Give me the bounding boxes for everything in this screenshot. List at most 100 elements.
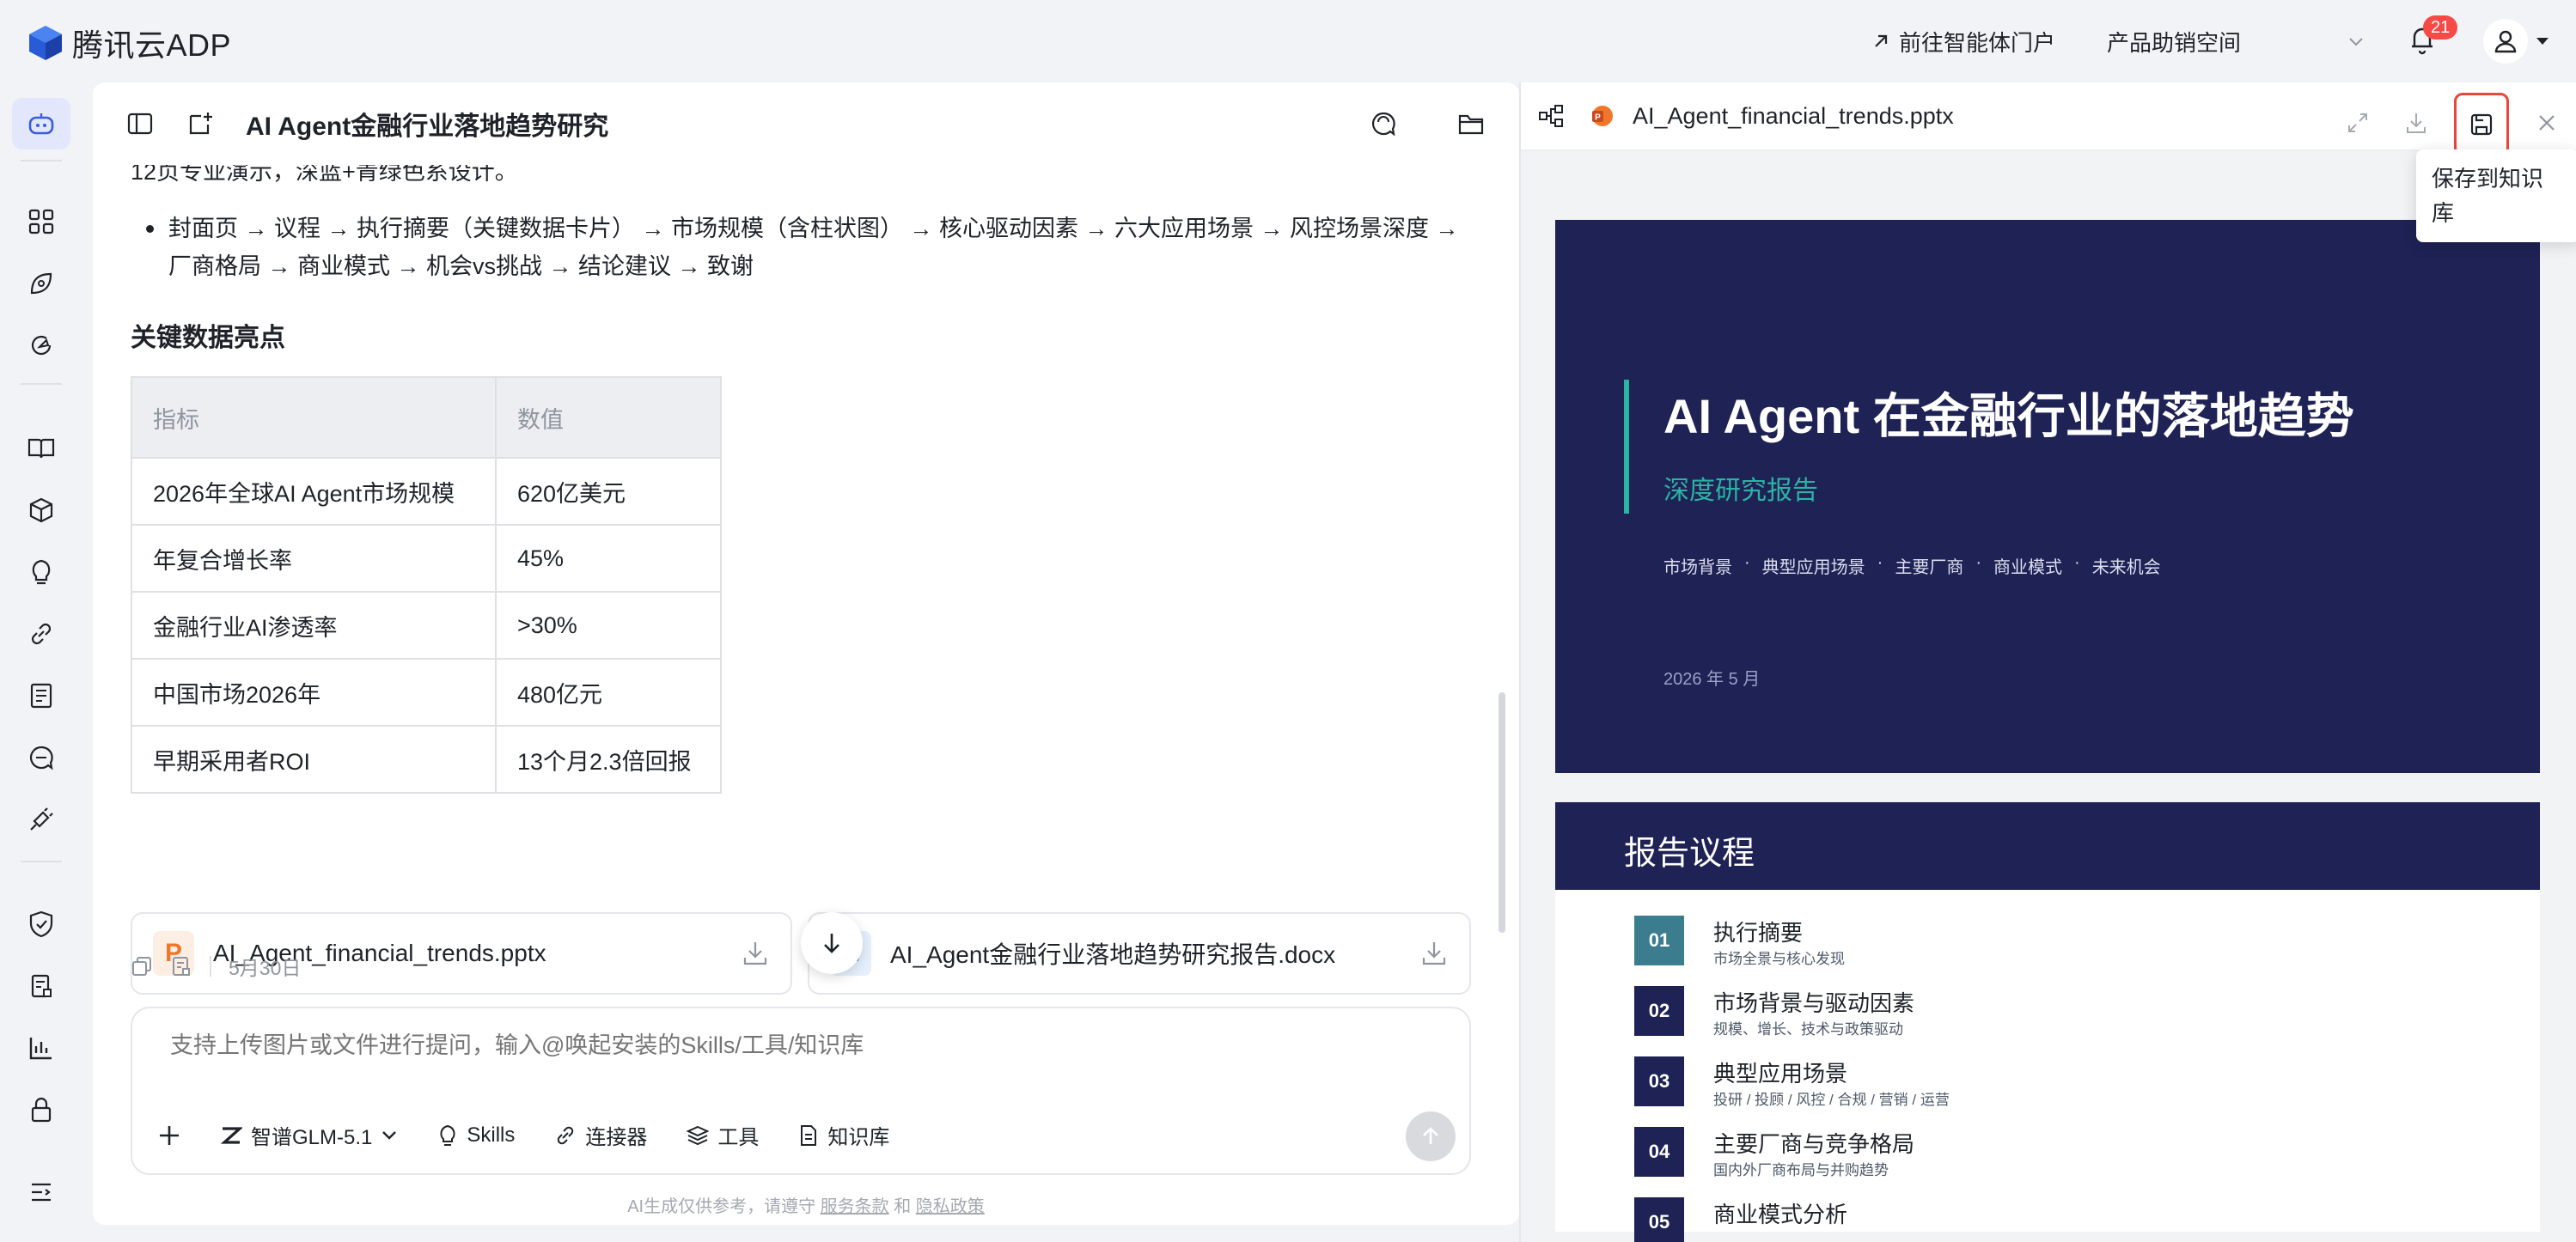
nav-links[interactable] <box>12 608 70 660</box>
key-data-table: 指标 数值 2026年全球AI Agent市场规模 620亿美元 年复合增长率 … <box>131 376 722 794</box>
sidebar-toggle-icon[interactable] <box>127 113 153 135</box>
slides-viewport[interactable]: AI Agent 在金融行业的落地趋势 深度研究报告 市场背景 · 典型应用场景… <box>1521 151 2576 1242</box>
app-logo[interactable]: 腾讯云ADP <box>27 21 231 65</box>
nav-workflow[interactable] <box>12 484 70 536</box>
chat-title: AI Agent金融行业落地趋势研究 <box>246 113 609 141</box>
nav-security[interactable] <box>12 898 70 950</box>
model-select[interactable]: 智谱GLM-5.1 <box>220 1120 398 1150</box>
download-icon[interactable] <box>1419 939 1449 968</box>
new-chat-icon[interactable] <box>187 111 215 137</box>
nav-plugins[interactable] <box>12 320 70 371</box>
svg-text:P: P <box>1595 113 1601 123</box>
agenda-item-title: 主要厂商与竞争格局 <box>1713 1131 1915 1157</box>
cover-topic: 主要厂商 <box>1895 558 1964 577</box>
preview-actions <box>2337 89 2567 156</box>
cover-topic: 市场背景 <box>1663 558 1732 577</box>
nav-integrations[interactable] <box>12 794 70 845</box>
chat-history-icon[interactable] <box>1370 110 1397 137</box>
nav-audit[interactable] <box>12 960 70 1012</box>
folder-icon[interactable] <box>1457 112 1485 136</box>
clipboard-icon <box>28 972 54 1000</box>
outline-intro-text: 12页专业演示，深蓝+青绿色系设计。 <box>131 165 518 185</box>
rail-divider <box>21 383 62 385</box>
grid-icon <box>27 208 55 235</box>
product-space-select[interactable]: 产品助销空间 <box>2107 26 2365 58</box>
table-cell: 中国市场2026年 <box>131 658 497 727</box>
message-meta: 5月30日 <box>131 952 301 981</box>
nav-documents[interactable] <box>12 670 70 721</box>
connectors-button[interactable]: 连接器 <box>554 1120 647 1150</box>
agent-portal-label: 前往智能体门户 <box>1898 29 2055 56</box>
cover-topic: 典型应用场景 <box>1761 558 1865 577</box>
tools-button[interactable]: 工具 <box>687 1120 759 1150</box>
menu-collapse-icon <box>28 1180 54 1204</box>
chat-scrollbar[interactable] <box>1499 692 1505 933</box>
cover-topic-separator: · <box>1744 553 1750 572</box>
table-row: 早期采用者ROI 13个月2.3倍回报 <box>131 725 722 794</box>
nav-analytics[interactable] <box>12 1022 70 1074</box>
skills-button[interactable]: Skills <box>437 1123 515 1148</box>
terms-of-service-link[interactable]: 服务条款 <box>821 1197 889 1216</box>
product-space-label: 产品助销空间 <box>2107 29 2242 56</box>
avatar <box>2483 19 2528 64</box>
user-menu[interactable] <box>2483 19 2550 64</box>
table-cell: 45% <box>495 524 722 593</box>
nav-apps[interactable] <box>12 196 70 247</box>
cover-date: 2026 年 5 月 <box>1663 670 1761 689</box>
copy-icon[interactable] <box>131 955 153 977</box>
close-icon <box>2536 112 2558 134</box>
caret-down-icon <box>2535 36 2550 46</box>
download-icon[interactable] <box>741 939 770 968</box>
rail-divider <box>21 861 62 862</box>
skills-label: Skills <box>467 1123 516 1147</box>
arrow-up-icon <box>1419 1125 1442 1148</box>
model-name: 智谱GLM-5.1 <box>251 1126 373 1149</box>
privacy-policy-link[interactable]: 隐私政策 <box>916 1197 985 1216</box>
nav-ideas[interactable] <box>12 546 70 598</box>
cover-topics: 市场背景 · 典型应用场景 · 主要厂商 · 商业模式 · 未来机会 <box>1663 553 2161 578</box>
nav-permissions[interactable] <box>12 1084 70 1135</box>
mind-map-icon[interactable] <box>1538 104 1564 128</box>
table-cell: 金融行业AI渗透率 <box>131 591 497 660</box>
scroll-to-bottom-button[interactable] <box>801 912 863 974</box>
nav-messages[interactable] <box>12 732 70 783</box>
plus-icon <box>156 1123 182 1148</box>
save-note-icon[interactable] <box>170 955 192 977</box>
table-cell: 早期采用者ROI <box>131 725 497 794</box>
nav-knowledge[interactable] <box>12 423 70 474</box>
agenda-number: 02 <box>1634 986 1684 1036</box>
nav-explore[interactable] <box>12 258 70 309</box>
nav-chat-agent[interactable] <box>12 98 70 149</box>
expand-button[interactable] <box>2337 102 2378 143</box>
powerpoint-file-icon: P <box>1590 103 1615 129</box>
download-button[interactable] <box>2396 102 2437 143</box>
agenda-title: 报告议程 <box>1624 836 1755 872</box>
agenda-item-desc: 规模、增长、技术与政策驱动 <box>1713 1021 1903 1038</box>
arrow-down-icon <box>819 930 845 956</box>
notifications-button[interactable]: 21 <box>2408 15 2458 58</box>
file-card-docx[interactable]: W AI_Agent金融行业落地趋势研究报告.docx <box>808 912 1471 995</box>
nav-collapse[interactable] <box>12 1166 70 1218</box>
knowledge-base-button[interactable]: 知识库 <box>798 1120 889 1150</box>
close-preview-button[interactable] <box>2526 102 2567 143</box>
agenda-header: 报告议程 <box>1555 802 2540 890</box>
layers-icon <box>687 1124 710 1147</box>
table-cell: 2026年全球AI Agent市场规模 <box>131 457 497 526</box>
connectors-label: 连接器 <box>585 1126 648 1149</box>
message-input[interactable] <box>170 1032 1373 1059</box>
bar-chart-icon <box>27 1034 55 1062</box>
save-to-knowledge-base-button[interactable] <box>2454 93 2509 156</box>
slide-agenda: 报告议程 01 执行摘要 市场全景与核心发现 02 市场背景与驱动因素 规模、增… <box>1555 802 2540 1242</box>
cover-topic-separator: · <box>1975 553 1982 572</box>
zhipu-logo-icon <box>220 1125 242 1146</box>
send-button[interactable] <box>1406 1111 1456 1161</box>
add-attachment-button[interactable] <box>156 1123 182 1148</box>
agent-portal-link[interactable]: 前往智能体门户 <box>1871 26 2055 58</box>
user-icon <box>2493 28 2518 54</box>
bullet-dot <box>146 225 154 233</box>
tencent-cloud-logo-icon <box>27 24 64 62</box>
cube-icon <box>27 496 55 524</box>
table-cell: >30% <box>495 591 722 660</box>
table-cell: 年复合增长率 <box>131 524 497 593</box>
table-header-row: 指标 数值 <box>131 376 722 459</box>
